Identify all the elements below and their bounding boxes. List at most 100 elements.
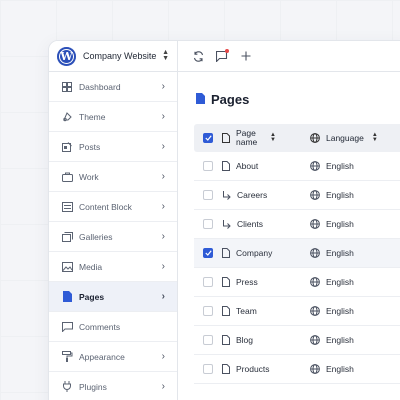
posts-icon: [61, 141, 73, 153]
theme-icon: [61, 111, 73, 123]
globe-icon: [310, 277, 320, 287]
app-window: W Company Website ▲ ▼ Dashboard › Theme ›: [48, 40, 400, 400]
table-header: Page name ▲ ▼ Language ▲ ▼: [194, 124, 400, 152]
site-name: Company Website: [83, 51, 157, 61]
chevron-right-icon: ›: [161, 381, 165, 392]
briefcase-icon: [61, 171, 73, 183]
file-icon: [222, 133, 230, 143]
file-icon: [222, 161, 230, 171]
sidebar-item-content-block[interactable]: Content Block ›: [49, 192, 177, 222]
sidebar-item-plugins[interactable]: Plugins ›: [49, 372, 177, 400]
chevron-right-icon: ›: [161, 291, 165, 302]
page-language: English: [326, 161, 354, 171]
row-checkbox[interactable]: [203, 335, 213, 345]
globe-icon: [310, 219, 320, 229]
sidebar-item-label: Appearance: [79, 351, 125, 362]
page-name[interactable]: Company: [236, 248, 272, 258]
table-row[interactable]: Company English: [194, 239, 400, 268]
row-checkbox[interactable]: [203, 219, 213, 229]
sidebar-item-label: Pages: [79, 291, 105, 302]
sidebar-item-label: Media: [79, 261, 103, 272]
page-name[interactable]: Press: [236, 277, 258, 287]
page-language: English: [326, 248, 354, 258]
media-icon: [61, 261, 73, 273]
sidebar-nav: Dashboard › Theme › Posts › Work › Conte…: [49, 72, 177, 400]
column-header-page-name[interactable]: Page name ▲ ▼: [222, 129, 308, 147]
chevron-right-icon: ›: [161, 261, 165, 272]
sidebar-item-label: Dashboard: [79, 81, 121, 92]
table-row[interactable]: Clients English: [194, 210, 400, 239]
dashboard-icon: [61, 81, 73, 93]
file-icon: [222, 306, 230, 316]
sidebar-item-label: Comments: [79, 321, 121, 332]
column-header-label: Language: [326, 133, 364, 143]
sidebar-item-pages[interactable]: Pages ›: [49, 282, 177, 312]
row-checkbox[interactable]: [203, 364, 213, 374]
table-row[interactable]: About English: [194, 152, 400, 181]
sidebar-item-label: Content Block: [79, 201, 132, 212]
up-down-chevron-icon: ▲ ▼: [162, 49, 169, 62]
pages-table: Page name ▲ ▼ Language ▲ ▼ About English Car…: [194, 124, 400, 384]
child-page-arrow-icon: [222, 219, 231, 229]
sidebar-item-comments[interactable]: Comments: [49, 312, 177, 342]
table-row[interactable]: Blog English: [194, 326, 400, 355]
globe-icon: [310, 190, 320, 200]
page-name[interactable]: Careers: [237, 190, 267, 200]
file-icon: [222, 277, 230, 287]
sidebar-item-label: Work: [79, 171, 99, 182]
site-switcher[interactable]: W Company Website ▲ ▼: [49, 41, 177, 72]
sidebar-item-label: Galleries: [79, 231, 113, 242]
page-language: English: [326, 306, 354, 316]
page-language: English: [326, 335, 354, 345]
add-button[interactable]: [234, 44, 258, 68]
chevron-right-icon: ›: [161, 351, 165, 362]
globe-icon: [310, 161, 320, 171]
chevron-right-icon: ›: [161, 111, 165, 122]
sidebar-item-media[interactable]: Media ›: [49, 252, 177, 282]
sidebar-item-label: Posts: [79, 141, 101, 152]
sidebar-item-dashboard[interactable]: Dashboard ›: [49, 72, 177, 102]
table-row[interactable]: Team English: [194, 297, 400, 326]
page-name[interactable]: About: [236, 161, 258, 171]
main-content: Pages Page name ▲ ▼ Language ▲ ▼ About E…: [178, 72, 400, 400]
content-block-icon: [61, 201, 73, 213]
row-checkbox[interactable]: [203, 248, 213, 258]
refresh-button[interactable]: [186, 44, 210, 68]
row-checkbox[interactable]: [203, 277, 213, 287]
sidebar-item-work[interactable]: Work ›: [49, 162, 177, 192]
page-name[interactable]: Team: [236, 306, 257, 316]
page-name[interactable]: Blog: [236, 335, 253, 345]
comments-button[interactable]: [210, 44, 234, 68]
galleries-icon: [61, 231, 73, 243]
globe-icon: [310, 364, 320, 374]
column-header-language[interactable]: Language ▲ ▼: [308, 132, 400, 143]
page-name[interactable]: Products: [236, 364, 270, 374]
pages-icon: [61, 291, 73, 303]
table-row[interactable]: Products English: [194, 355, 400, 384]
select-all-checkbox[interactable]: [203, 133, 213, 143]
sidebar: W Company Website ▲ ▼ Dashboard › Theme ›: [49, 41, 178, 400]
page-title: Pages: [178, 84, 400, 114]
page-language: English: [326, 219, 354, 229]
refresh-icon: [193, 50, 203, 62]
sidebar-item-posts[interactable]: Posts ›: [49, 132, 177, 162]
row-checkbox[interactable]: [203, 161, 213, 171]
chevron-right-icon: ›: [161, 201, 165, 212]
sort-icon: ▲ ▼: [270, 132, 276, 143]
page-title-text: Pages: [211, 91, 250, 107]
column-header-label: Page name: [236, 128, 258, 147]
sidebar-item-theme[interactable]: Theme ›: [49, 102, 177, 132]
row-checkbox[interactable]: [203, 190, 213, 200]
comment-icon: [61, 321, 73, 333]
chevron-right-icon: ›: [161, 171, 165, 182]
table-row[interactable]: Careers English: [194, 181, 400, 210]
file-icon: [222, 335, 230, 345]
sidebar-item-appearance[interactable]: Appearance ›: [49, 342, 177, 372]
globe-icon: [310, 335, 320, 345]
row-checkbox[interactable]: [203, 306, 213, 316]
page-name[interactable]: Clients: [237, 219, 263, 229]
table-row[interactable]: Press English: [194, 268, 400, 297]
page-language: English: [326, 277, 354, 287]
page-language: English: [326, 364, 354, 374]
sidebar-item-galleries[interactable]: Galleries ›: [49, 222, 177, 252]
